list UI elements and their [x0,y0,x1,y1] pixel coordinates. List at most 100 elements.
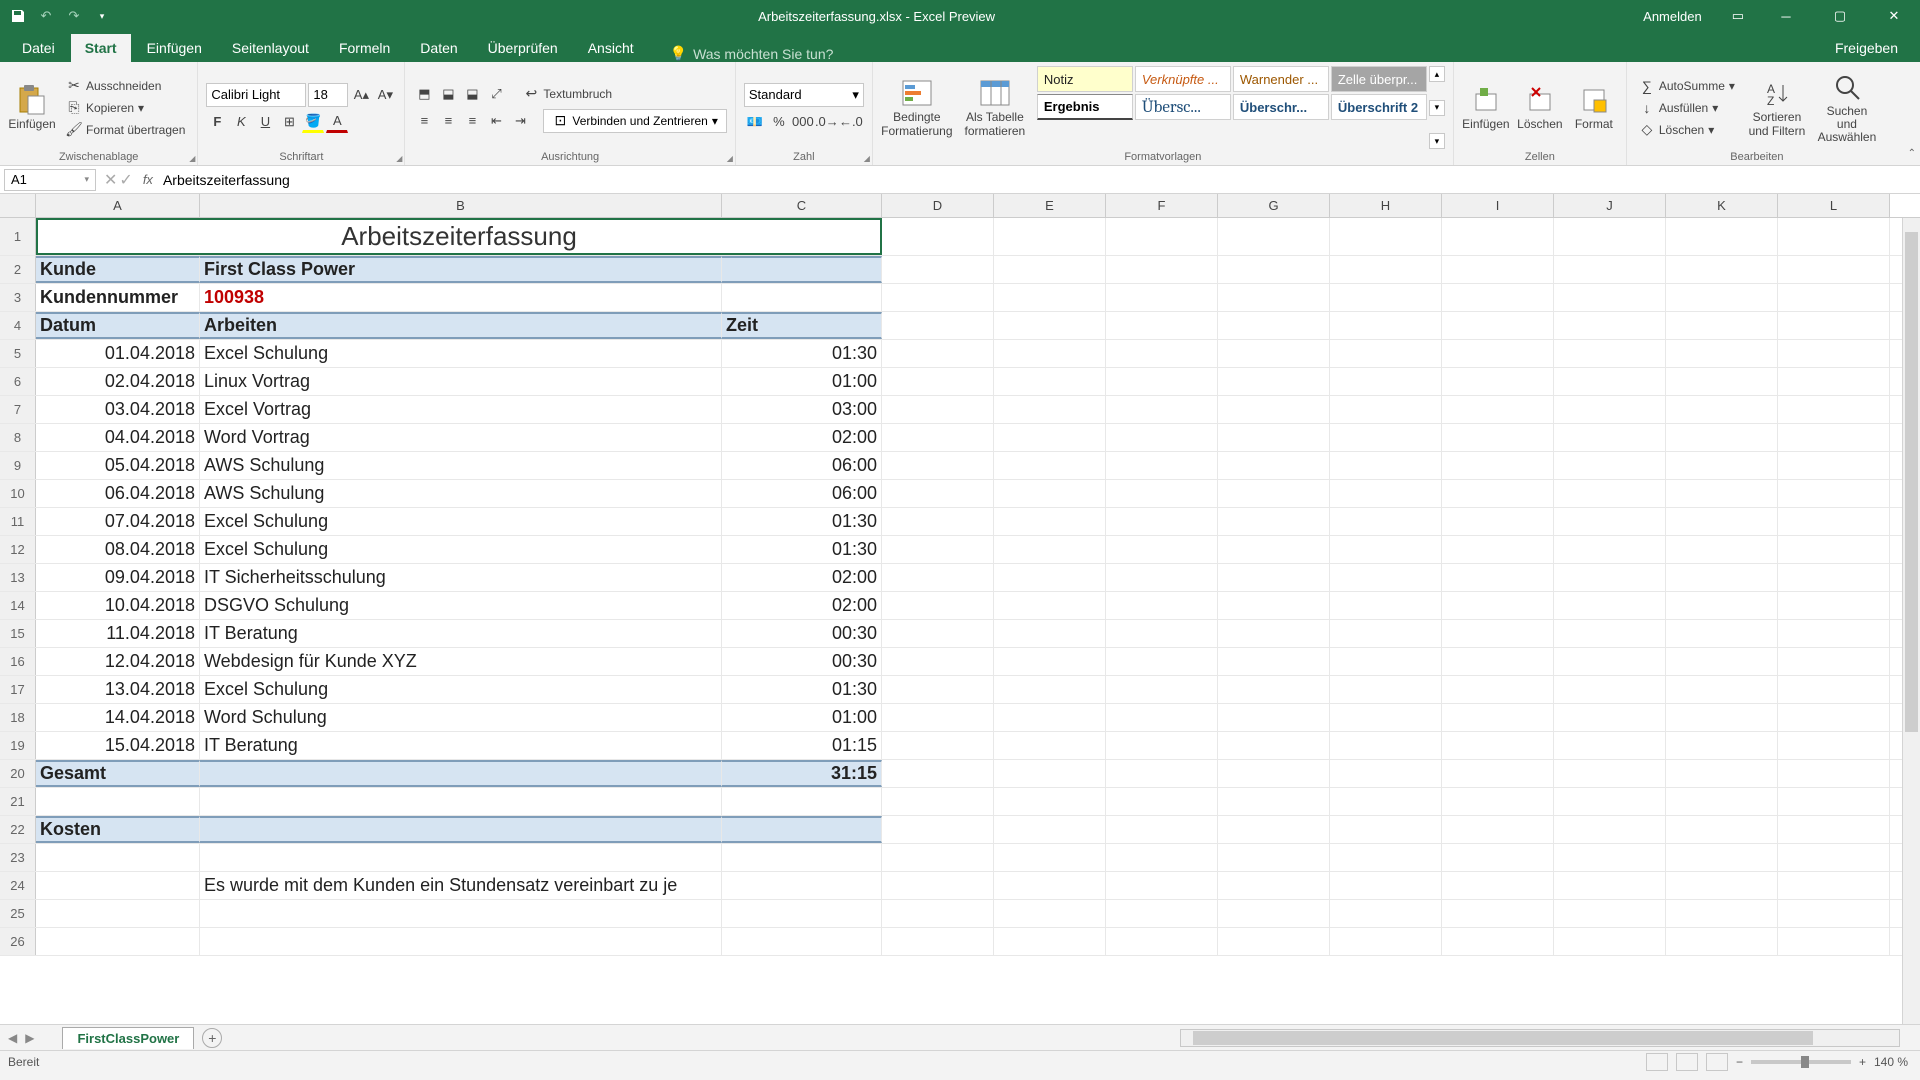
cell[interactable] [882,648,994,675]
save-icon[interactable] [6,4,30,28]
sort-filter-button[interactable]: AZSortieren und Filtern [1745,66,1809,149]
cell[interactable] [1442,648,1554,675]
cell[interactable] [882,872,994,899]
cell[interactable] [1666,704,1778,731]
cell[interactable]: Excel Schulung [200,340,722,367]
cell[interactable] [1330,218,1442,255]
select-all-corner[interactable] [0,194,36,217]
row-header[interactable]: 25 [0,900,36,927]
cell[interactable] [1778,844,1890,871]
cell[interactable] [1778,536,1890,563]
cell[interactable] [994,900,1106,927]
clipboard-launcher-icon[interactable]: ◢ [189,154,195,163]
cell[interactable] [1778,368,1890,395]
cell[interactable] [200,788,722,815]
cell[interactable]: 06:00 [722,452,882,479]
cell[interactable] [1554,368,1666,395]
cell[interactable] [1218,704,1330,731]
cell[interactable] [722,900,882,927]
cell[interactable] [1442,676,1554,703]
cut-button[interactable]: ✂Ausschneiden [62,76,189,96]
row-header[interactable]: 11 [0,508,36,535]
cell[interactable] [1554,396,1666,423]
cell[interactable] [36,928,200,955]
cell[interactable] [1106,508,1218,535]
sheet-next-icon[interactable]: ▶ [25,1031,34,1045]
cell[interactable] [1106,704,1218,731]
cell[interactable] [994,620,1106,647]
cell[interactable]: First Class Power [200,256,722,283]
cell[interactable]: 02.04.2018 [36,368,200,395]
cell[interactable] [1554,424,1666,451]
cell[interactable]: 01:30 [722,508,882,535]
maximize-button[interactable]: ▢ [1818,0,1862,32]
dec-decimal-button[interactable]: ←.0 [840,111,862,133]
tab-review[interactable]: Überprüfen [474,34,572,62]
cell[interactable] [1218,508,1330,535]
cell[interactable]: 04.04.2018 [36,424,200,451]
cell[interactable] [1666,340,1778,367]
cell[interactable] [994,312,1106,339]
inc-decimal-button[interactable]: .0→ [816,111,838,133]
cell[interactable] [1330,256,1442,283]
cell[interactable] [1330,480,1442,507]
style-heading[interactable]: Überschr... [1233,94,1329,120]
style-heading1[interactable]: Übersc... [1135,94,1231,120]
col-header[interactable]: F [1106,194,1218,217]
cell[interactable] [1218,452,1330,479]
cell[interactable] [882,424,994,451]
share-button[interactable]: Freigeben [1823,34,1910,62]
vertical-scrollbar[interactable] [1902,218,1920,1024]
cell[interactable] [1778,648,1890,675]
cell[interactable] [882,284,994,311]
find-select-button[interactable]: Suchen und Auswählen [1815,66,1879,149]
cell[interactable]: Excel Schulung [200,508,722,535]
cell[interactable] [1218,592,1330,619]
table-format-button[interactable]: Als Tabelle formatieren [959,66,1031,149]
thousands-button[interactable]: 000 [792,111,814,133]
cell[interactable] [1106,284,1218,311]
align-launcher-icon[interactable]: ◢ [727,154,733,163]
cell[interactable] [1218,872,1330,899]
tab-insert[interactable]: Einfügen [133,34,216,62]
cell[interactable]: Arbeiten [200,312,722,339]
cell[interactable] [1778,620,1890,647]
cell[interactable] [994,648,1106,675]
style-linked[interactable]: Verknüpfte ... [1135,66,1231,92]
cell[interactable] [1218,732,1330,759]
cell[interactable]: Word Vortrag [200,424,722,451]
cell[interactable] [882,928,994,955]
cell[interactable] [994,368,1106,395]
cell[interactable] [200,900,722,927]
shrink-font-button[interactable]: A▾ [374,84,396,106]
cell[interactable] [1106,480,1218,507]
cell[interactable] [1106,312,1218,339]
cell[interactable] [722,844,882,871]
formula-input[interactable] [159,172,1920,188]
cell[interactable] [1442,284,1554,311]
cell[interactable] [1330,928,1442,955]
cell[interactable] [882,508,994,535]
cell[interactable] [36,788,200,815]
cell[interactable] [1554,312,1666,339]
cell[interactable]: 06:00 [722,480,882,507]
cell[interactable] [1218,900,1330,927]
cell[interactable] [722,256,882,283]
cell[interactable] [1330,816,1442,843]
cell[interactable]: 15.04.2018 [36,732,200,759]
cell[interactable] [994,218,1106,255]
align-top-button[interactable]: ⬒ [413,83,435,105]
row-header[interactable]: 6 [0,368,36,395]
cell[interactable] [1106,218,1218,255]
cell[interactable] [882,536,994,563]
cell[interactable] [1666,368,1778,395]
col-header[interactable]: I [1442,194,1554,217]
row-header[interactable]: 24 [0,872,36,899]
row-header[interactable]: 16 [0,648,36,675]
cell[interactable] [1442,788,1554,815]
cell[interactable] [1554,592,1666,619]
cell[interactable] [1554,900,1666,927]
row-header[interactable]: 23 [0,844,36,871]
cell[interactable] [200,844,722,871]
cell[interactable] [994,816,1106,843]
